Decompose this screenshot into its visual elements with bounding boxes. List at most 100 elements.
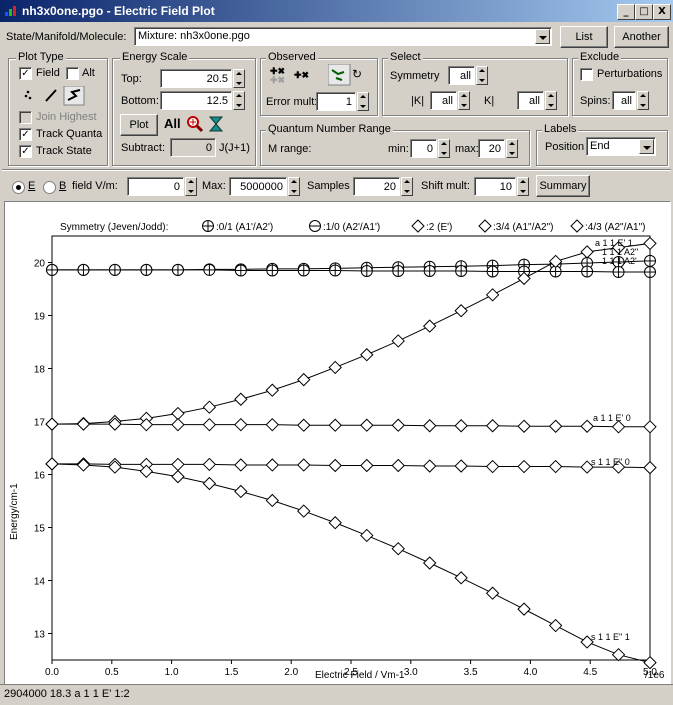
observed-marker-icon[interactable]: ✚✖✚✖ — [270, 66, 286, 84]
zoom-icon[interactable] — [186, 115, 206, 133]
position-label: Position — [545, 141, 585, 153]
data-point — [454, 459, 468, 473]
perturbations-label: Perturbations — [597, 68, 663, 80]
data-point — [328, 418, 342, 432]
data-point — [265, 383, 280, 397]
min-input[interactable]: 0 — [410, 139, 437, 158]
data-point — [46, 263, 58, 276]
x-tick-label: 1.5 — [224, 667, 238, 678]
qn-range-title: Quantum Number Range — [266, 123, 393, 135]
maximize-button[interactable]: □ — [635, 4, 653, 20]
legend-entry: :0/1 (A1'/A2') — [202, 220, 273, 233]
axes: 0.0 0.5 1.0 1.5 2.0 2.5 3.0 3.5 4.0 4.5 5.01314151… — [34, 235, 657, 678]
bottom-input[interactable]: 12.5 — [160, 91, 232, 110]
data-point — [644, 266, 656, 279]
max-field-input[interactable]: 5000000 — [229, 177, 287, 196]
state-combo[interactable]: Mixture: nh3x0one.pgo — [134, 27, 552, 46]
data-point — [454, 571, 468, 585]
data-point — [234, 458, 248, 472]
track-state-checkbox[interactable]: ✓ — [19, 145, 32, 158]
abs-k-input[interactable]: all — [430, 91, 457, 110]
data-point — [140, 263, 153, 276]
y-tick-label: 18 — [34, 365, 46, 376]
close-button[interactable]: X — [653, 4, 671, 20]
min-spinner[interactable] — [438, 139, 450, 158]
data-point — [423, 264, 436, 277]
max-range-spinner[interactable] — [506, 139, 518, 158]
shift-mult-spinner[interactable] — [517, 177, 529, 196]
symmetry-input[interactable]: all — [448, 66, 475, 85]
bottom-spinner[interactable] — [233, 91, 245, 110]
data-point — [485, 586, 500, 600]
data-point — [517, 602, 531, 616]
points-style-icon[interactable] — [24, 90, 32, 100]
e-radio[interactable] — [12, 181, 25, 194]
position-combo[interactable]: End — [586, 137, 656, 156]
samples-spinner[interactable] — [401, 177, 413, 196]
subtract-input[interactable]: 0 — [170, 138, 216, 157]
linespoints-style-icon[interactable] — [63, 86, 85, 106]
data-point — [171, 469, 185, 484]
data-point — [360, 418, 374, 432]
k-input[interactable]: all — [517, 91, 544, 110]
chevron-down-icon[interactable] — [535, 29, 550, 44]
spins-input[interactable]: all — [612, 91, 636, 110]
data-point — [422, 459, 437, 473]
top-input[interactable]: 20.5 — [160, 69, 232, 88]
title-bar: nh3x0one.pgo - Electric Field Plot _ □ X — [0, 0, 673, 22]
shift-mult-input[interactable]: 10 — [474, 177, 516, 196]
legend-entry: :3/4 (A1"/A2") — [478, 219, 553, 233]
data-point — [548, 419, 563, 433]
chevron-down-icon[interactable] — [639, 139, 654, 154]
max-field-spinner[interactable] — [288, 177, 300, 196]
minimize-button[interactable]: _ — [617, 4, 635, 20]
perturbations-checkbox[interactable] — [580, 68, 593, 81]
b-radio[interactable] — [43, 181, 56, 194]
max-range-input[interactable]: 20 — [478, 139, 505, 158]
y-tick-label: 19 — [34, 312, 46, 323]
data-point — [202, 417, 217, 432]
data-point — [76, 417, 91, 431]
lines-style-icon[interactable] — [45, 89, 57, 102]
data-point — [297, 504, 311, 518]
track-quanta-checkbox[interactable]: ✓ — [19, 128, 32, 141]
spins-spinner[interactable] — [637, 91, 649, 110]
field-vm-input[interactable]: 0 — [127, 177, 184, 196]
error-mult-spinner[interactable] — [357, 92, 369, 111]
x-tick-label: 0.0 — [45, 667, 59, 678]
app-icon — [5, 6, 16, 16]
series-end-label: a 1 1 E' 0 — [593, 413, 631, 423]
abs-k-spinner[interactable] — [458, 91, 470, 110]
error-mult-input[interactable]: 1 — [316, 92, 356, 111]
series-layer — [45, 236, 657, 670]
error-mult-label: Error mult: — [266, 96, 318, 108]
another-button[interactable]: Another — [614, 26, 669, 48]
plot-area[interactable]: Symmetry (Jeven/Jodd): :0/1 (A1'/A2'):1/… — [4, 201, 671, 685]
data-point — [485, 459, 500, 474]
k-spinner[interactable] — [545, 91, 557, 110]
hourglass-icon[interactable] — [209, 116, 223, 132]
list-button[interactable]: List — [560, 26, 608, 48]
observed-marker-alt-icon[interactable]: ✚✖ — [294, 70, 310, 80]
observed-cycle-icon[interactable]: ↻ — [352, 67, 362, 81]
summary-button[interactable]: Summary — [536, 175, 590, 197]
join-highest-checkbox[interactable] — [19, 111, 32, 124]
data-point — [266, 264, 279, 277]
plot-button[interactable]: Plot — [120, 114, 158, 136]
top-spinner[interactable] — [233, 69, 245, 88]
data-point — [234, 264, 247, 277]
series-1 — [46, 263, 656, 279]
field-label: Field — [36, 67, 60, 79]
data-point — [234, 417, 248, 432]
data-point — [76, 458, 91, 472]
symmetry-spinner[interactable] — [476, 66, 488, 85]
all-label[interactable]: All — [164, 116, 181, 131]
x-tick-label: 4.5 — [583, 667, 597, 678]
field-checkbox[interactable]: ✓ — [19, 67, 32, 80]
alt-checkbox[interactable] — [66, 67, 79, 80]
samples-input[interactable]: 20 — [353, 177, 400, 196]
field-vm-spinner[interactable] — [185, 177, 197, 196]
legend-marker — [411, 219, 425, 233]
data-point — [328, 360, 342, 375]
data-point — [360, 348, 374, 362]
